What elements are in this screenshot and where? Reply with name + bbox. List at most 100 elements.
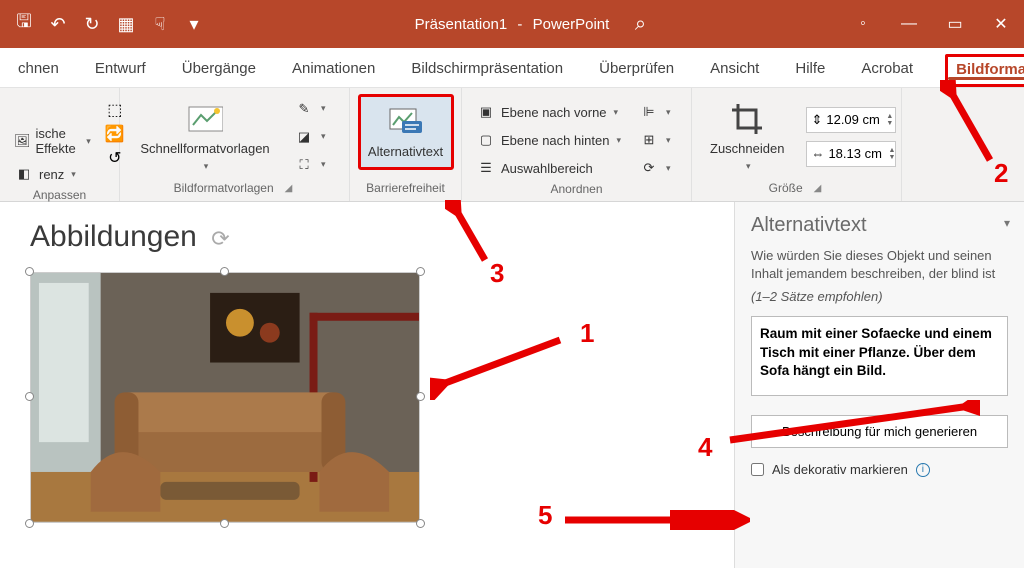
transparency-icon: ◧ [14, 164, 34, 184]
decorative-checkbox-row[interactable]: Als dekorativ markieren i [751, 462, 1008, 477]
pane-description: Wie würden Sie dieses Objekt und seinen … [751, 247, 1008, 283]
alt-text-label: Alternativtext [368, 144, 443, 160]
slide-title[interactable]: Abbildungen [30, 220, 197, 253]
info-icon[interactable]: i [916, 463, 930, 477]
tab-acrobat[interactable]: Acrobat [857, 52, 917, 87]
window-controls: ◦ — ▭ ✕ [840, 0, 1024, 48]
resize-handle[interactable] [220, 267, 229, 276]
group-anpassen: 🖼 ische Effekte▾ ◧ renz▾ ⬚ 🔁 ↺ Anpassen [0, 88, 120, 201]
group-barrierefreiheit: Alternativtext Barrierefreiheit [350, 88, 462, 201]
document-name: Präsentation1 [415, 16, 508, 33]
send-backward-button[interactable]: ▢Ebene nach hinten▾ [472, 128, 625, 152]
decorative-checkbox[interactable] [751, 463, 764, 476]
alt-text-icon [388, 104, 424, 140]
resize-handle[interactable] [416, 267, 425, 276]
picture-border-button[interactable]: ✎▾ [290, 97, 330, 121]
effects-icon: 🖼 [14, 131, 31, 151]
group-label-anordnen: Anordnen [550, 182, 602, 196]
height-input[interactable] [826, 112, 882, 127]
crop-icon [729, 101, 765, 137]
backward-icon: ▢ [476, 130, 496, 150]
resize-handle[interactable] [416, 519, 425, 528]
close-window-button[interactable]: ✕ [978, 0, 1024, 48]
pane-collapse-button[interactable]: ▾ [1004, 216, 1010, 230]
border-icon: ✎ [294, 99, 314, 119]
height-field[interactable]: ⇕ ▲▼ [806, 107, 896, 133]
effects-label: ische Effekte [36, 126, 80, 156]
quick-access-toolbar: 🖫 ↶ ↻ ▦ ☟ ▾ [0, 10, 218, 38]
tab-bildformat[interactable]: Bildformat [945, 54, 1024, 87]
tab-uebergaenge[interactable]: Übergänge [178, 52, 260, 87]
tab-ueberpruefen[interactable]: Überprüfen [595, 52, 678, 87]
height-icon: ⇕ [811, 110, 822, 130]
bring-forward-button[interactable]: ▣Ebene nach vorne▾ [472, 100, 625, 124]
window-title: Präsentation1 - PowerPoint [415, 16, 610, 33]
touch-mode-button[interactable]: ☟ [146, 10, 174, 38]
tab-zeichnen[interactable]: chnen [14, 52, 63, 87]
picture-effects-button[interactable]: ◪▾ [290, 125, 330, 149]
pane-title: Alternativtext [751, 214, 1008, 237]
slide-canvas[interactable]: Abbildungen ⟳ [0, 202, 734, 568]
resize-handle[interactable] [25, 267, 34, 276]
align-icon: ⊫ [639, 102, 659, 122]
qat-more-button[interactable]: ▾ [180, 10, 208, 38]
workspace: Abbildungen ⟳ [0, 202, 1024, 568]
alt-text-input[interactable] [751, 316, 1008, 396]
width-up[interactable]: ▲ [888, 147, 895, 154]
group-groesse: Zuschneiden ▾ ⇕ ▲▼ ⇔ ▲▼ Größe◢ [692, 88, 902, 201]
rotate-icon: ⟳ [639, 158, 659, 178]
group-bildformatvorlagen: Schnellformatvorlagen ▾ ✎▾ ◪▾ ⛶▾ Bildfor… [120, 88, 350, 201]
dialog-launcher-vorlagen[interactable]: ◢ [282, 182, 296, 195]
resize-handle[interactable] [25, 519, 34, 528]
selection-icon: ☰ [476, 158, 496, 178]
picture-layout-button[interactable]: ⛶▾ [290, 153, 330, 177]
ribbon-tabs: chnen Entwurf Übergänge Animationen Bild… [0, 48, 1024, 88]
alt-text-button[interactable]: Alternativtext [358, 94, 454, 170]
width-down[interactable]: ▼ [888, 154, 895, 161]
save-button[interactable]: 🖫 [10, 10, 38, 38]
undo-button[interactable]: ↶ [44, 10, 72, 38]
account-button[interactable]: ◦ [840, 0, 886, 48]
selection-pane-button[interactable]: ☰Auswahlbereich [472, 156, 625, 180]
transparency-label: renz [39, 167, 64, 182]
tab-ansicht[interactable]: Ansicht [706, 52, 763, 87]
artistic-effects-button[interactable]: 🖼 ische Effekte▾ [10, 124, 95, 158]
height-up[interactable]: ▲ [886, 113, 893, 120]
group-label-barrierefreiheit: Barrierefreiheit [366, 181, 445, 195]
tab-hilfe[interactable]: Hilfe [791, 52, 829, 87]
height-down[interactable]: ▼ [886, 120, 893, 127]
selected-image[interactable] [30, 272, 420, 523]
search-button[interactable]: ⌕ [635, 13, 646, 36]
resize-handle[interactable] [416, 392, 425, 401]
group-objects-button[interactable]: ⊞▾ [635, 128, 675, 152]
ribbon: 🖼 ische Effekte▾ ◧ renz▾ ⬚ 🔁 ↺ Anpassen [0, 88, 1024, 202]
resize-handle[interactable] [220, 519, 229, 528]
maximize-button[interactable]: ▭ [932, 0, 978, 48]
group-label-anpassen: Anpassen [33, 188, 86, 202]
quick-styles-button[interactable]: Schnellformatvorlagen ▾ [130, 97, 280, 175]
app-name: PowerPoint [533, 16, 610, 33]
minimize-button[interactable]: — [886, 0, 932, 48]
group-icon: ⊞ [639, 130, 659, 150]
crop-label: Zuschneiden [710, 141, 784, 157]
align-button[interactable]: ⊫▾ [635, 100, 675, 124]
generate-description-button[interactable]: Beschreibung für mich generieren [751, 415, 1008, 448]
room-image [30, 272, 420, 523]
transparency-button[interactable]: ◧ renz▾ [10, 162, 95, 186]
crop-button[interactable]: Zuschneiden ▾ [702, 97, 792, 175]
tab-entwurf[interactable]: Entwurf [91, 52, 150, 87]
width-field[interactable]: ⇔ ▲▼ [806, 141, 896, 167]
tab-bildschirmpraesentation[interactable]: Bildschirmpräsentation [407, 52, 567, 87]
dialog-launcher-groesse[interactable]: ◢ [811, 182, 825, 195]
pane-hint: (1–2 Sätze empfohlen) [751, 289, 1008, 304]
quick-styles-label: Schnellformatvorlagen [140, 141, 269, 157]
alt-text-pane: Alternativtext ▾ Wie würden Sie dieses O… [734, 202, 1024, 568]
rotate-button[interactable]: ⟳▾ [635, 156, 675, 180]
width-input[interactable] [828, 146, 884, 161]
tab-animationen[interactable]: Animationen [288, 52, 379, 87]
redo-button[interactable]: ↻ [78, 10, 106, 38]
group-label-vorlagen: Bildformatvorlagen [174, 181, 274, 195]
slideshow-button[interactable]: ▦ [112, 10, 140, 38]
title-bar: 🖫 ↶ ↻ ▦ ☟ ▾ Präsentation1 - PowerPoint ⌕… [0, 0, 1024, 48]
forward-label: Ebene nach vorne [501, 105, 607, 120]
